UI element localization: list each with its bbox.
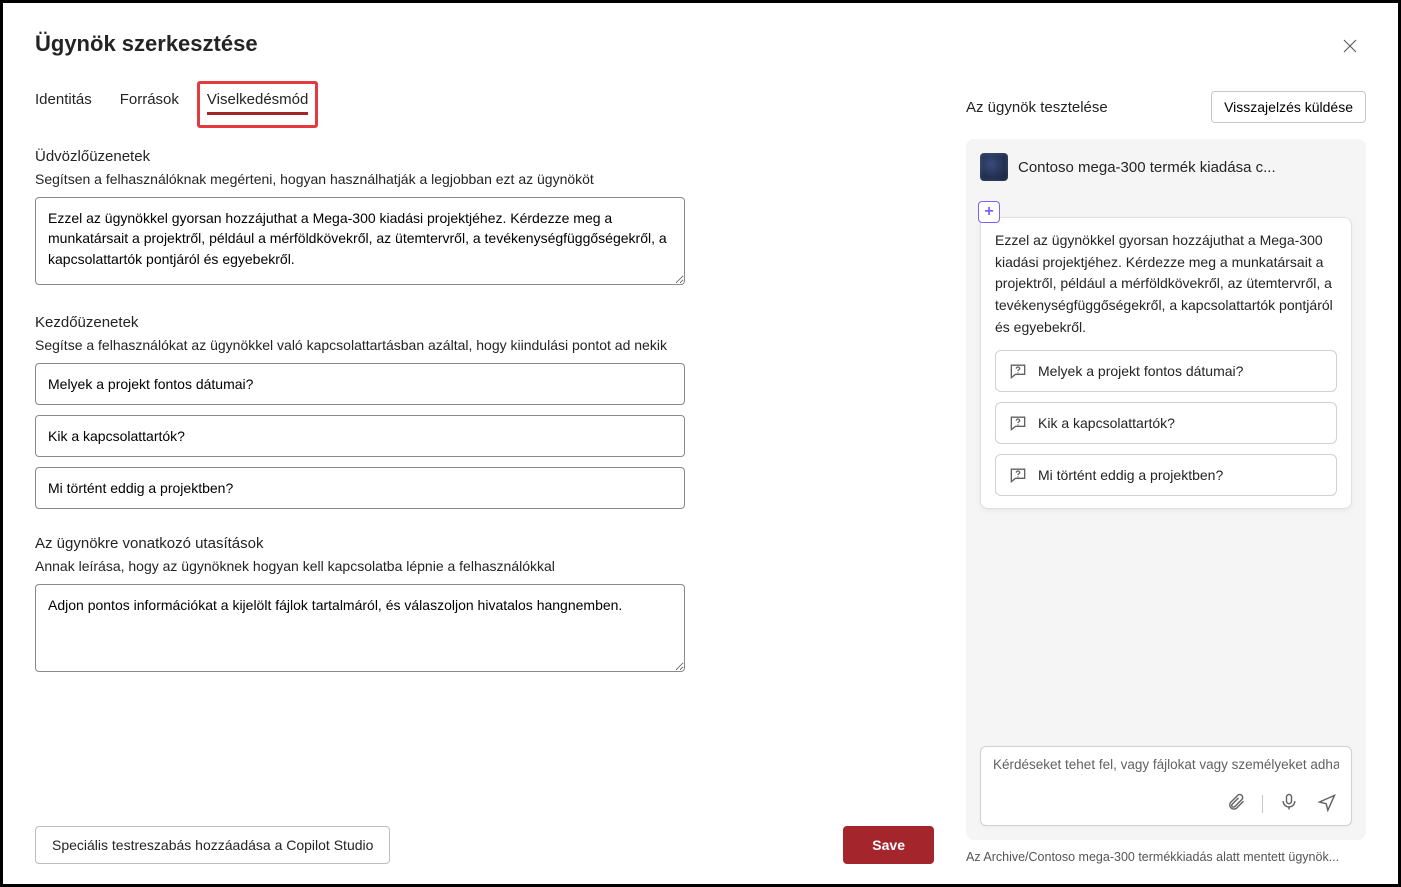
- chat-question-icon: [1008, 361, 1028, 381]
- prompt-text: Kik a kapcsolattartók?: [1038, 414, 1175, 434]
- prompt-text: Mi történt eddig a projektben?: [1038, 466, 1223, 486]
- welcome-label: Üdvözlőüzenetek: [35, 148, 934, 165]
- attach-button[interactable]: [1224, 790, 1248, 817]
- agent-name: Contoso mega-300 termék kiadása c...: [1018, 159, 1276, 176]
- agent-avatar: [980, 153, 1008, 181]
- send-icon: [1317, 792, 1337, 815]
- starter-label: Kezdőüzenetek: [35, 314, 934, 331]
- chat-question-icon: [1008, 413, 1028, 433]
- feedback-button[interactable]: Visszajelzés küldése: [1211, 91, 1366, 123]
- page-title: Ügynök szerkesztése: [35, 31, 258, 57]
- mic-button[interactable]: [1277, 790, 1301, 817]
- plus-icon: +: [984, 203, 993, 221]
- section-starter: Kezdőüzenetek Segítse a felhasználókat a…: [35, 314, 934, 509]
- test-panel: Contoso mega-300 termék kiadása c... + E…: [966, 139, 1366, 840]
- prompt-text: Melyek a projekt fontos dátumai?: [1038, 362, 1243, 382]
- tabs: Identitás Források Viselkedésmód: [35, 91, 934, 114]
- tab-viselkedesmod-label: Viselkedésmód: [207, 91, 308, 108]
- tab-forrasok[interactable]: Források: [120, 91, 179, 114]
- close-button[interactable]: [1334, 31, 1366, 63]
- instructions-label: Az ügynökre vonatkozó utasítások: [35, 535, 934, 552]
- prompt-item-0[interactable]: Melyek a projekt fontos dátumai?: [995, 350, 1337, 392]
- welcome-textarea[interactable]: [35, 197, 685, 285]
- add-button[interactable]: +: [978, 201, 1000, 223]
- chat-input[interactable]: Kérdéseket tehet fel, vagy fájlokat vagy…: [980, 746, 1352, 826]
- test-panel-title: Az ügynök tesztelése: [966, 99, 1108, 116]
- close-icon: [1342, 38, 1358, 57]
- save-button[interactable]: Save: [843, 826, 934, 864]
- prompt-item-1[interactable]: Kik a kapcsolattartók?: [995, 402, 1337, 444]
- save-path-text: Az Archive/Contoso mega-300 termékkiadás…: [966, 850, 1366, 864]
- tab-viselkedesmod[interactable]: Viselkedésmód: [207, 91, 308, 114]
- instructions-help: Annak leírása, hogy az ügynöknek hogyan …: [35, 558, 934, 574]
- microphone-icon: [1279, 792, 1299, 815]
- chat-question-icon: [1008, 465, 1028, 485]
- starter-help: Segítse a felhasználókat az ügynökkel va…: [35, 337, 934, 353]
- paperclip-icon: [1226, 792, 1246, 815]
- welcome-help: Segítsen a felhasználóknak megérteni, ho…: [35, 171, 934, 187]
- send-button[interactable]: [1315, 790, 1339, 817]
- instructions-textarea[interactable]: [35, 584, 685, 672]
- chat-input-placeholder: Kérdéseket tehet fel, vagy fájlokat vagy…: [993, 757, 1339, 772]
- prompt-item-2[interactable]: Mi történt eddig a projektben?: [995, 454, 1337, 496]
- advanced-customize-button[interactable]: Speciális testreszabás hozzáadása a Copi…: [35, 826, 390, 864]
- divider: [1262, 795, 1263, 813]
- starter-input-1[interactable]: [35, 415, 685, 457]
- section-instructions: Az ügynökre vonatkozó utasítások Annak l…: [35, 535, 934, 675]
- greeting-card: Ezzel az ügynökkel gyorsan hozzájuthat a…: [980, 217, 1352, 509]
- greeting-text: Ezzel az ügynökkel gyorsan hozzájuthat a…: [995, 230, 1337, 338]
- section-welcome: Üdvözlőüzenetek Segítsen a felhasználókn…: [35, 148, 934, 288]
- tab-identitas[interactable]: Identitás: [35, 91, 92, 114]
- starter-input-0[interactable]: [35, 363, 685, 405]
- starter-input-2[interactable]: [35, 467, 685, 509]
